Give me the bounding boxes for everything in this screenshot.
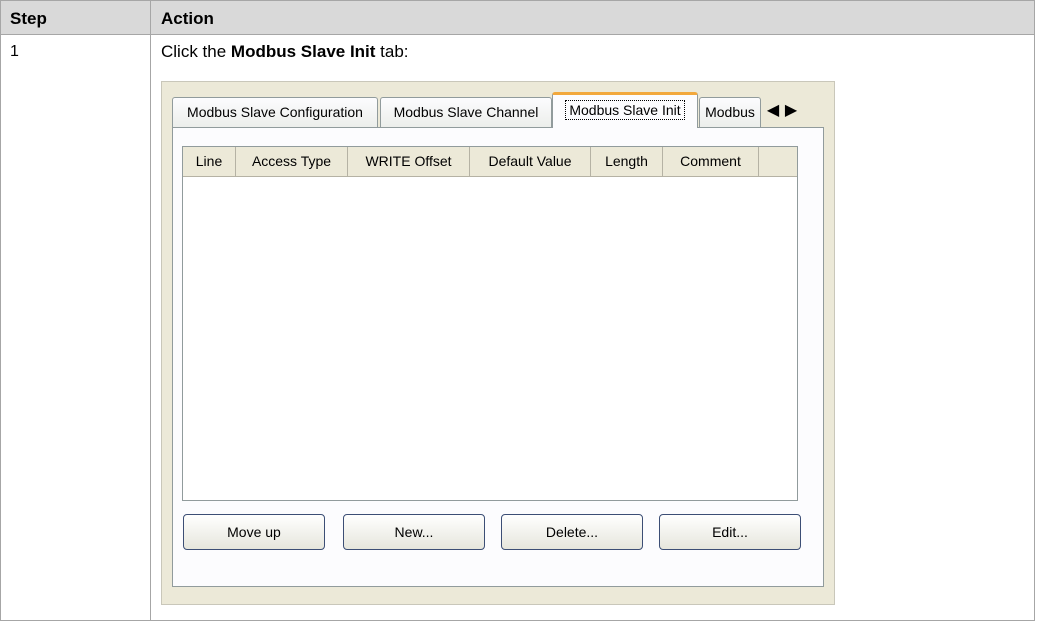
triangle-right-icon[interactable]: ▶ — [784, 101, 798, 121]
init-table[interactable]: Line Access Type WRITE Offset Default Va… — [182, 146, 798, 501]
column-header-length[interactable]: Length — [591, 147, 663, 176]
instruction-prefix: Click the — [161, 42, 231, 61]
edit-button[interactable]: Edit... — [659, 514, 801, 550]
tab-label: Modbus Slave Channel — [393, 104, 539, 120]
table-header-row: Step Action — [1, 1, 1034, 35]
column-header-write-offset[interactable]: WRITE Offset — [348, 147, 470, 176]
instruction-suffix: tab: — [375, 42, 409, 61]
column-header-default-value[interactable]: Default Value — [470, 147, 591, 176]
new-button[interactable]: New... — [343, 514, 485, 550]
move-up-button[interactable]: Move up — [183, 514, 325, 550]
column-header-line[interactable]: Line — [183, 147, 236, 176]
tab-label: Modbus Slave Init — [565, 100, 685, 120]
tab-label: Modbus Slave Configuration — [187, 104, 363, 120]
init-table-header: Line Access Type WRITE Offset Default Va… — [183, 147, 797, 177]
tab-panel: Line Access Type WRITE Offset Default Va… — [172, 127, 824, 587]
column-divider — [150, 1, 151, 620]
step-action-table: Step Action 1 Click the Modbus Slave Ini… — [0, 0, 1035, 621]
tab-label: Modbus — [705, 104, 755, 120]
header-step: Step — [10, 9, 47, 28]
modbus-dialog-screenshot: Modbus Slave Configuration Modbus Slave … — [161, 81, 835, 605]
header-action: Action — [161, 9, 214, 28]
step-instruction: Click the Modbus Slave Init tab: — [161, 42, 409, 62]
instruction-tab-name: Modbus Slave Init — [230, 42, 376, 61]
tab-modbus-slave-channel[interactable]: Modbus Slave Channel — [380, 97, 552, 127]
triangle-left-icon[interactable]: ◀ — [766, 101, 780, 121]
column-header-comment[interactable]: Comment — [663, 147, 759, 176]
tab-modbus-slave-configuration[interactable]: Modbus Slave Configuration — [172, 97, 378, 127]
column-header-access-type[interactable]: Access Type — [236, 147, 348, 176]
column-header-filler — [759, 147, 797, 176]
tab-modbus-slave-init[interactable]: Modbus Slave Init — [552, 92, 698, 128]
step-number: 1 — [10, 43, 19, 60]
tab-modbus[interactable]: Modbus — [699, 97, 761, 127]
delete-button[interactable]: Delete... — [501, 514, 643, 550]
